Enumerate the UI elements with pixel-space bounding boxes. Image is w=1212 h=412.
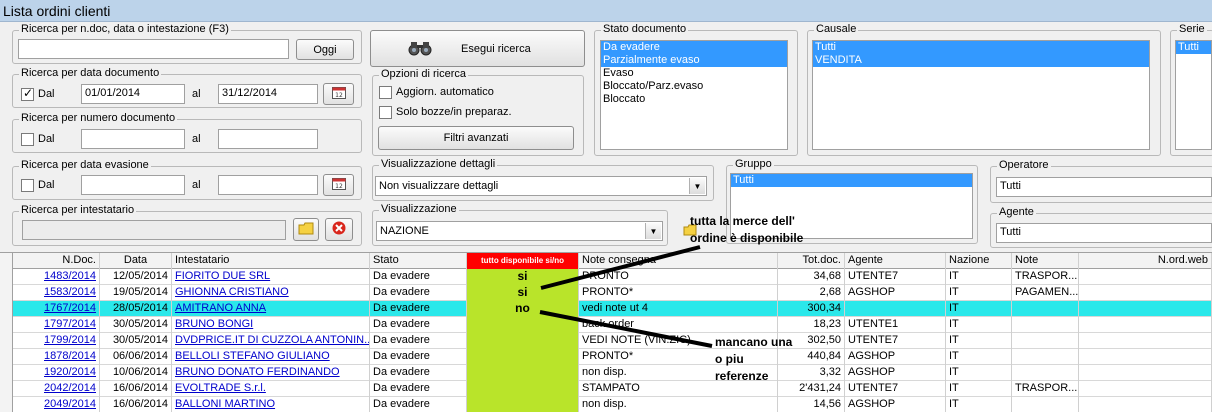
arrow-line-top: [540, 245, 701, 290]
arrow-line-bottom: [539, 310, 713, 348]
annotation-arrows: [539, 245, 713, 348]
